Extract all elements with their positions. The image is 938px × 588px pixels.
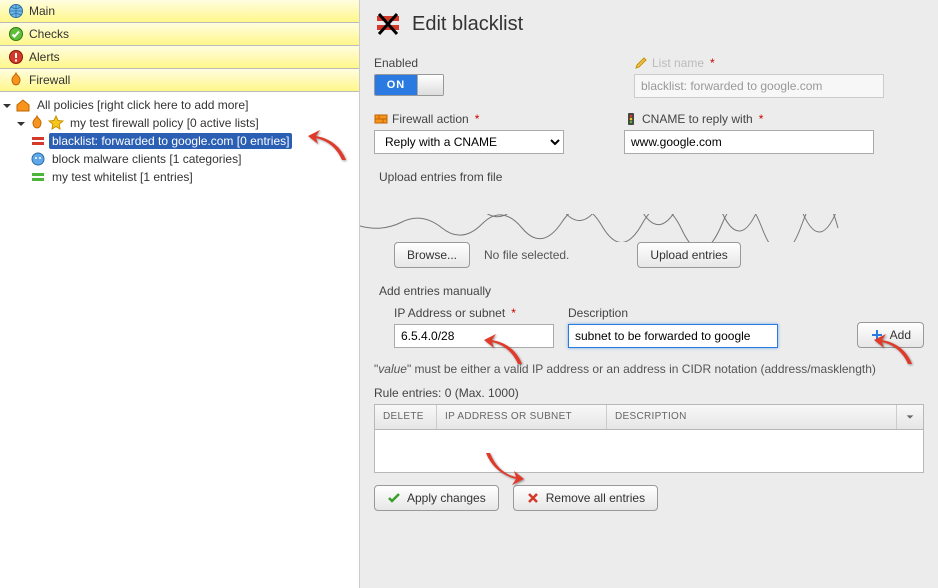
add-button[interactable]: Add xyxy=(857,322,924,348)
enabled-label: Enabled xyxy=(374,56,444,70)
manual-section-title: Add entries manually xyxy=(374,284,924,298)
col-description[interactable]: DESCRIPTION xyxy=(607,405,897,429)
cname-label: CNAME to reply with xyxy=(642,112,753,126)
caret-down-icon[interactable] xyxy=(2,100,12,110)
listname-field: List name * xyxy=(634,56,884,98)
globe-icon xyxy=(8,3,24,19)
policy-tree: All policies [right click here to add mo… xyxy=(0,92,359,190)
description-input[interactable] xyxy=(568,324,778,348)
upload-section-label: Upload entries from file xyxy=(379,170,502,184)
manual-section-label: Add entries manually xyxy=(379,284,491,298)
pencil-icon xyxy=(634,56,648,70)
grid-body xyxy=(375,430,923,472)
tree-whitelist[interactable]: my test whitelist [1 entries] xyxy=(2,168,355,186)
description-label: Description xyxy=(568,306,628,320)
description-field: Description xyxy=(568,306,778,348)
apply-changes-button[interactable]: Apply changes xyxy=(374,485,499,511)
nav-main[interactable]: Main xyxy=(0,0,359,23)
firewall-action-field: Firewall action * Reply with a CNAME xyxy=(374,112,564,154)
rule-entries-count: Rule entries: 0 (Max. 1000) xyxy=(374,386,924,400)
torn-paper-decoration xyxy=(360,192,938,242)
col-delete[interactable]: DELETE xyxy=(375,405,437,429)
firewall-icon xyxy=(8,72,24,88)
no-file-label: No file selected. xyxy=(484,248,569,262)
nav-checks-label: Checks xyxy=(29,27,69,41)
tree-root[interactable]: All policies [right click here to add mo… xyxy=(2,96,355,114)
tree-malware[interactable]: block malware clients [1 categories] xyxy=(2,150,355,168)
plus-icon xyxy=(870,328,884,342)
ip-input[interactable] xyxy=(394,324,554,348)
ip-label: IP Address or subnet xyxy=(394,306,505,320)
ip-field: IP Address or subnet * xyxy=(394,306,554,348)
brick-icon xyxy=(374,112,388,126)
required-marker: * xyxy=(710,56,715,70)
page-title: Edit blacklist xyxy=(412,13,523,36)
tree-malware-label: block malware clients [1 categories] xyxy=(49,151,244,167)
required-marker: * xyxy=(759,112,764,126)
hint-text: "value" must be either a valid IP addres… xyxy=(374,362,924,376)
tree-blacklist[interactable]: blacklist: forwarded to google.com [0 en… xyxy=(2,132,355,150)
enabled-field: Enabled ON xyxy=(374,56,444,98)
cname-field: CNAME to reply with * xyxy=(624,112,874,154)
upload-row: Browse... No file selected. Upload entri… xyxy=(374,242,924,268)
col-ip[interactable]: IP ADDRESS OR SUBNET xyxy=(437,405,607,429)
toggle-knob xyxy=(417,75,443,95)
hint-value-word: value xyxy=(378,362,407,376)
entries-grid: DELETE IP ADDRESS OR SUBNET DESCRIPTION xyxy=(374,404,924,473)
main-panel: Edit blacklist Enabled ON List name * xyxy=(360,0,938,588)
delete-x-icon xyxy=(526,491,540,505)
grid-menu-button[interactable] xyxy=(897,405,923,429)
malware-icon xyxy=(30,151,46,167)
tree-policy[interactable]: my test firewall policy [0 active lists] xyxy=(2,114,355,132)
firewall-action-label: Firewall action xyxy=(392,112,469,126)
remove-all-button[interactable]: Remove all entries xyxy=(513,485,658,511)
sidebar: Main Checks Alerts Firewall All policie xyxy=(0,0,360,588)
caret-down-icon[interactable] xyxy=(16,118,26,128)
page-title-row: Edit blacklist xyxy=(374,10,924,38)
whitelist-icon xyxy=(30,169,46,185)
tree-whitelist-label: my test whitelist [1 entries] xyxy=(49,169,196,185)
upload-entries-button[interactable]: Upload entries xyxy=(637,242,740,268)
toggle-on-label: ON xyxy=(375,75,417,95)
browse-button[interactable]: Browse... xyxy=(394,242,470,268)
listname-label: List name xyxy=(652,56,704,70)
tree-policy-label: my test firewall policy [0 active lists] xyxy=(67,115,262,131)
action-row: Apply changes Remove all entries xyxy=(374,485,924,511)
blacklist-large-icon xyxy=(374,10,402,38)
enabled-toggle[interactable]: ON xyxy=(374,74,444,96)
nav-alerts[interactable]: Alerts xyxy=(0,46,359,69)
required-marker: * xyxy=(475,112,480,126)
check-circle-icon xyxy=(8,26,24,42)
home-icon xyxy=(15,97,31,113)
tree-root-label: All policies [right click here to add mo… xyxy=(34,97,251,113)
nav-firewall[interactable]: Firewall xyxy=(0,69,359,92)
traffic-light-icon xyxy=(624,112,638,126)
grid-header: DELETE IP ADDRESS OR SUBNET DESCRIPTION xyxy=(375,405,923,430)
tree-blacklist-label: blacklist: forwarded to google.com [0 en… xyxy=(49,133,292,149)
cname-input[interactable] xyxy=(624,130,874,154)
listname-input xyxy=(634,74,884,98)
check-icon xyxy=(387,491,401,505)
star-icon xyxy=(48,115,64,131)
nav-checks[interactable]: Checks xyxy=(0,23,359,46)
nav-main-label: Main xyxy=(29,4,55,18)
upload-section-title: Upload entries from file xyxy=(374,170,924,184)
alert-icon xyxy=(8,49,24,65)
hint-suffix: " must be either a valid IP address or a… xyxy=(407,362,876,376)
blacklist-icon xyxy=(30,133,46,149)
firewall-action-select[interactable]: Reply with a CNAME xyxy=(374,130,564,154)
nav-firewall-label: Firewall xyxy=(29,73,70,87)
manual-entry-row: IP Address or subnet * Description Add xyxy=(374,306,924,348)
nav-alerts-label: Alerts xyxy=(29,50,60,64)
required-marker: * xyxy=(511,306,516,320)
flame-icon xyxy=(29,115,45,131)
